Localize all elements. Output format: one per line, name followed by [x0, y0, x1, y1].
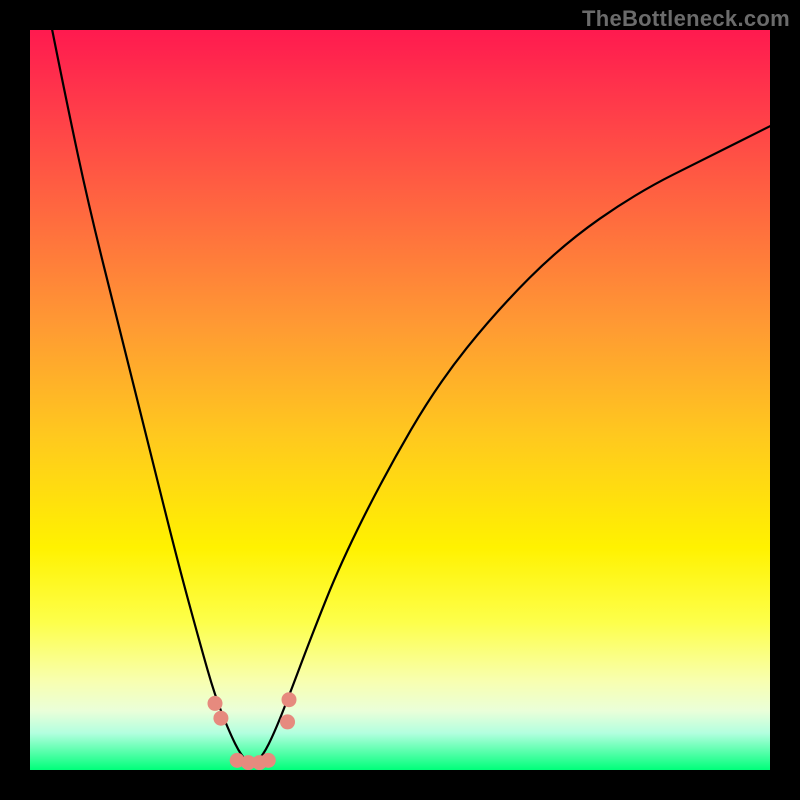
curve-marker [213, 711, 228, 726]
bottleneck-curve [52, 30, 770, 764]
curve-marker [261, 753, 276, 768]
curve-marker [280, 714, 295, 729]
curve-marker [208, 696, 223, 711]
watermark-text: TheBottleneck.com [582, 6, 790, 32]
plot-area [30, 30, 770, 770]
chart-frame: TheBottleneck.com [0, 0, 800, 800]
curve-markers [208, 692, 297, 770]
curve-layer [30, 30, 770, 770]
curve-marker [282, 692, 297, 707]
